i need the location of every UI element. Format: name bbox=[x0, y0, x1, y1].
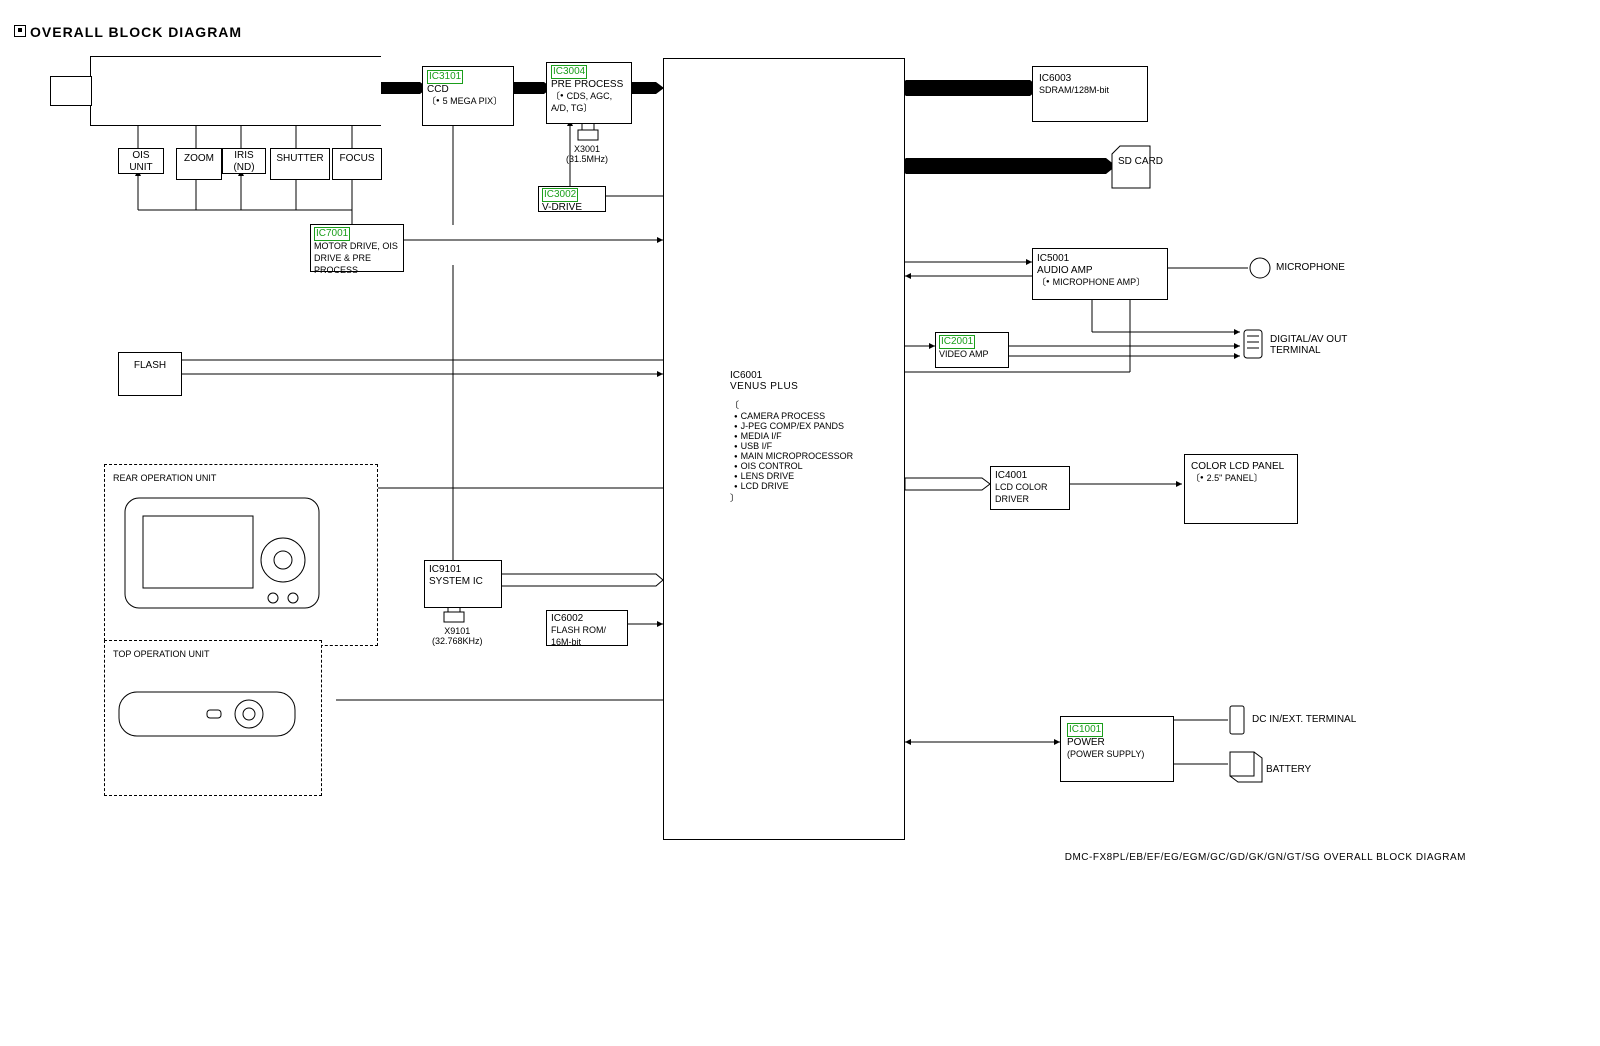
microphone-label: MICROPHONE bbox=[1276, 262, 1345, 273]
dcin-label: DC IN/EXT. TERMINAL bbox=[1252, 714, 1356, 725]
ois-unit: OIS UNIT bbox=[118, 148, 164, 174]
ic6002-flashrom: IC6002FLASH ROM/ 16M-bit bbox=[546, 610, 628, 646]
camera-rear-icon bbox=[113, 488, 353, 618]
flash-block: FLASH bbox=[118, 352, 182, 396]
zoom-unit: ZOOM bbox=[176, 148, 222, 180]
lens-barrel bbox=[90, 56, 381, 126]
ic1001-power: IC1001 POWER (POWER SUPPLY) bbox=[1060, 716, 1174, 782]
rear-op-label: REAR OPERATION UNIT bbox=[113, 473, 369, 484]
camera-top-icon bbox=[113, 668, 303, 768]
ic4001-lcddriver: IC4001LCD COLOR DRIVER bbox=[990, 466, 1070, 510]
ic6001-label: IC6001 VENUS PLUS 〔 CAMERA PROCESSJ-PEG … bbox=[730, 370, 853, 504]
avout-label: DIGITAL/AV OUT TERMINAL bbox=[1270, 334, 1360, 356]
top-operation-unit: TOP OPERATION UNIT bbox=[104, 640, 322, 796]
shutter-unit: SHUTTER bbox=[270, 148, 330, 180]
ic5001-audioamp: IC5001AUDIO AMP 〔MICROPHONE AMP〕 bbox=[1032, 248, 1168, 300]
ic6003-sdram: IC6003SDRAM/128M-bit bbox=[1032, 66, 1148, 122]
x9101-label: X9101(32.768KHz) bbox=[432, 626, 483, 646]
ic2001-videoamp: IC2001VIDEO AMP bbox=[935, 332, 1009, 368]
ic9101-systemic: IC9101SYSTEM IC bbox=[424, 560, 502, 608]
ic3002-vdrive: IC3002V-DRIVE bbox=[538, 186, 606, 212]
ic7001-motordrive: IC7001MOTOR DRIVE, OIS DRIVE & PRE PROCE… bbox=[310, 224, 404, 272]
focus-unit: FOCUS bbox=[332, 148, 382, 180]
lens-front bbox=[50, 76, 92, 106]
sdcard-label: SD CARD bbox=[1118, 156, 1163, 167]
ic3101-ccd: IC3101 CCD 〔5 MEGA PIX〕 bbox=[422, 66, 514, 126]
battery-label: BATTERY bbox=[1266, 764, 1311, 775]
ic3004-preprocess: IC3004 PRE PROCESS 〔CDS, AGC, A/D, TG〕 bbox=[546, 62, 632, 124]
page-footer: DMC-FX8PL/EB/EF/EG/EGM/GC/GD/GK/GN/GT/SG… bbox=[1065, 852, 1466, 863]
iris-unit: IRIS (ND) bbox=[222, 148, 266, 174]
top-op-label: TOP OPERATION UNIT bbox=[113, 649, 313, 660]
lcd-panel: COLOR LCD PANEL 〔2.5" PANEL〕 bbox=[1184, 454, 1298, 524]
rear-operation-unit: REAR OPERATION UNIT bbox=[104, 464, 378, 646]
x3001-label: X3001(31.5MHz) bbox=[566, 144, 608, 164]
